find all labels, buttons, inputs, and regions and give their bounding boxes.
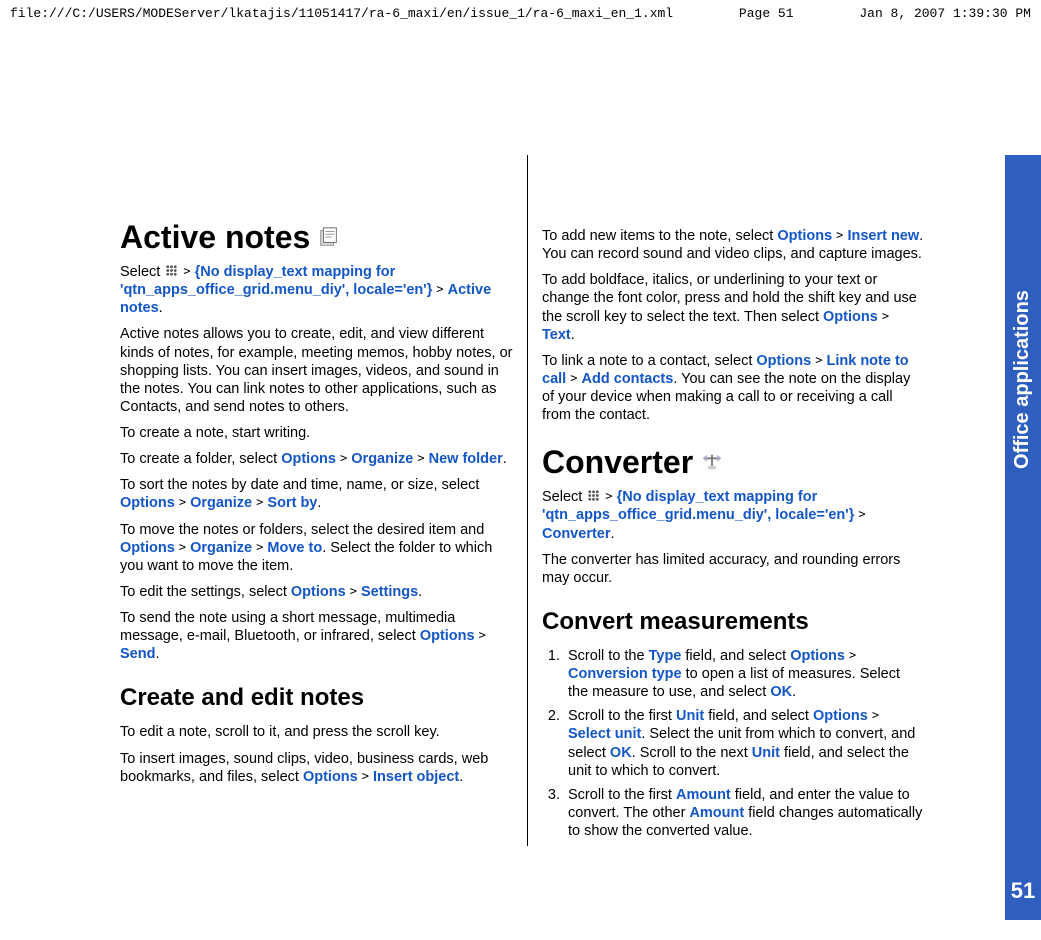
move-notes: To move the notes or folders, select the…: [120, 521, 517, 575]
converter-icon: [701, 451, 723, 473]
right-column: To add new items to the note, select Opt…: [527, 155, 934, 846]
active-notes-title: Active notes: [120, 217, 310, 257]
datetime: Jan 8, 2007 1:39:30 PM: [859, 6, 1031, 21]
page-number: 51: [1005, 878, 1041, 904]
page-label: Page 51: [739, 6, 794, 21]
create-note: To create a note, start writing.: [120, 424, 517, 442]
boldface: To add boldface, italics, or underlining…: [542, 271, 924, 344]
active-notes-heading: Active notes: [120, 217, 517, 257]
description: Active notes allows you to create, edit,…: [120, 325, 517, 416]
sort-notes: To sort the notes by date and time, name…: [120, 476, 517, 512]
file-path: file:///C:/USERS/MODEServer/lkatajis/110…: [10, 6, 673, 21]
create-edit-heading: Create and edit notes: [120, 683, 517, 713]
accuracy-note: The converter has limited accuracy, and …: [542, 551, 924, 587]
page-body: Active notes Select > {No display_text m…: [0, 155, 1041, 940]
send-note: To send the note using a short message, …: [120, 609, 517, 663]
side-tab: Office applications 51: [1005, 155, 1041, 920]
step-3: Scroll to the first Amount field, and en…: [564, 786, 924, 840]
steps-list: Scroll to the Type field, and select Opt…: [542, 647, 924, 840]
step-2: Scroll to the first Unit field, and sele…: [564, 707, 924, 780]
note-icon: [318, 226, 340, 248]
menu-icon: [586, 488, 601, 503]
converter-title: Converter: [542, 442, 693, 482]
converter-heading: Converter: [542, 442, 924, 482]
convert-measurements-heading: Convert measurements: [542, 607, 924, 637]
insert-objects: To insert images, sound clips, video, bu…: [120, 750, 517, 786]
section-label: Office applications: [1005, 175, 1041, 475]
edit-settings: To edit the settings, select Options > S…: [120, 583, 517, 601]
add-new-items: To add new items to the note, select Opt…: [542, 227, 924, 263]
step-1: Scroll to the Type field, and select Opt…: [564, 647, 924, 701]
create-folder: To create a folder, select Options > Org…: [120, 450, 517, 468]
menu-icon: [164, 263, 179, 278]
left-column: Active notes Select > {No display_text m…: [120, 155, 527, 846]
select-path: Select > {No display_text mapping for 'q…: [120, 263, 517, 317]
converter-select: Select > {No display_text mapping for 'q…: [542, 488, 924, 542]
header-bar: file:///C:/USERS/MODEServer/lkatajis/110…: [0, 0, 1041, 25]
edit-note: To edit a note, scroll to it, and press …: [120, 723, 517, 741]
link-note: To link a note to a contact, select Opti…: [542, 352, 924, 425]
